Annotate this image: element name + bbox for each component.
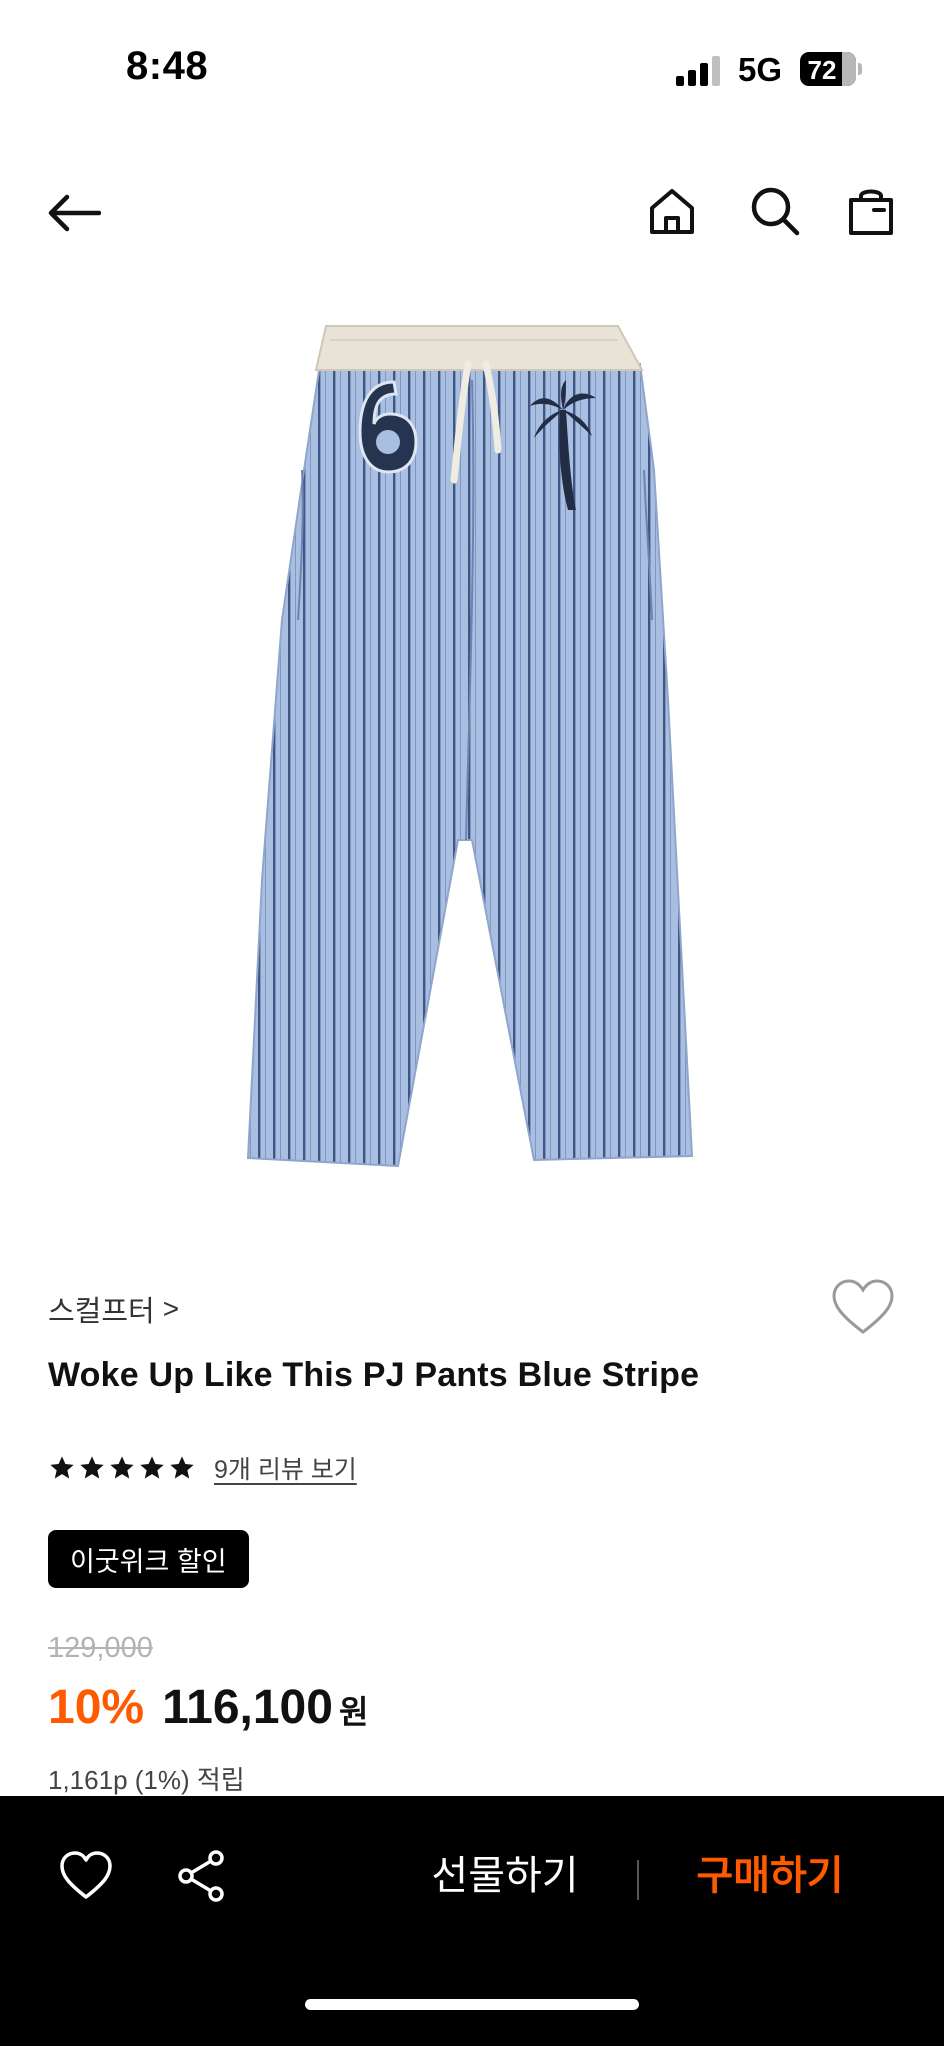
cart-button[interactable] — [836, 176, 906, 246]
back-arrow-icon — [48, 194, 101, 232]
discount-rate: 10% — [48, 1681, 145, 1734]
star-rating — [48, 1454, 196, 1482]
back-button[interactable] — [38, 178, 108, 248]
battery-icon: 72 — [800, 52, 856, 86]
signal-icon — [676, 54, 722, 86]
wishlist-button[interactable] — [830, 1278, 896, 1340]
network-type: 5G — [738, 51, 783, 88]
product-title: Woke Up Like This PJ Pants Blue Stripe — [48, 1356, 700, 1394]
promo-badge: 이굿위크 할인 — [48, 1530, 249, 1588]
shopping-bag-icon — [849, 189, 893, 235]
chevron-right-icon: > — [162, 1293, 180, 1324]
star-icon — [50, 1456, 74, 1479]
price-row: 10% 116,100 원 — [48, 1680, 368, 1735]
brand-name: 스컬프터 — [48, 1296, 155, 1328]
divider — [637, 1860, 639, 1900]
star-icon — [110, 1456, 134, 1479]
sale-price: 116,100 — [162, 1681, 333, 1734]
star-icon — [170, 1456, 194, 1479]
battery-tip — [858, 63, 862, 75]
top-nav — [0, 170, 944, 260]
star-icon — [80, 1456, 104, 1479]
gift-button[interactable]: 선물하기 — [420, 1846, 590, 1906]
review-link[interactable]: 9개 리뷰 보기 — [214, 1450, 357, 1486]
home-indicator[interactable] — [305, 1999, 639, 2010]
share-button[interactable] — [174, 1848, 230, 1904]
brand-link[interactable]: 스컬프터 > — [48, 1288, 179, 1330]
home-icon — [650, 189, 694, 234]
points-info: 1,161p (1%) 적립 — [48, 1765, 245, 1795]
heart-outline-icon — [832, 1279, 894, 1334]
star-icon — [140, 1456, 164, 1479]
product-image[interactable] — [240, 320, 700, 1200]
original-price: 129,000 — [48, 1632, 153, 1664]
status-time: 8:48 — [126, 44, 209, 88]
currency-unit: 원 — [338, 1694, 369, 1730]
pajama-pants-illustration — [246, 325, 694, 1168]
like-button[interactable] — [58, 1850, 114, 1902]
share-icon — [178, 1850, 224, 1902]
rating-row: 9개 리뷰 보기 — [48, 1450, 357, 1486]
home-button[interactable] — [637, 176, 707, 246]
battery-level: 72 — [807, 55, 837, 85]
search-button[interactable] — [740, 176, 810, 246]
buy-button[interactable]: 구매하기 — [680, 1846, 860, 1906]
status-bar: 8:48 5G 72 — [0, 0, 944, 140]
search-icon — [751, 187, 800, 236]
heart-icon — [60, 1851, 112, 1899]
